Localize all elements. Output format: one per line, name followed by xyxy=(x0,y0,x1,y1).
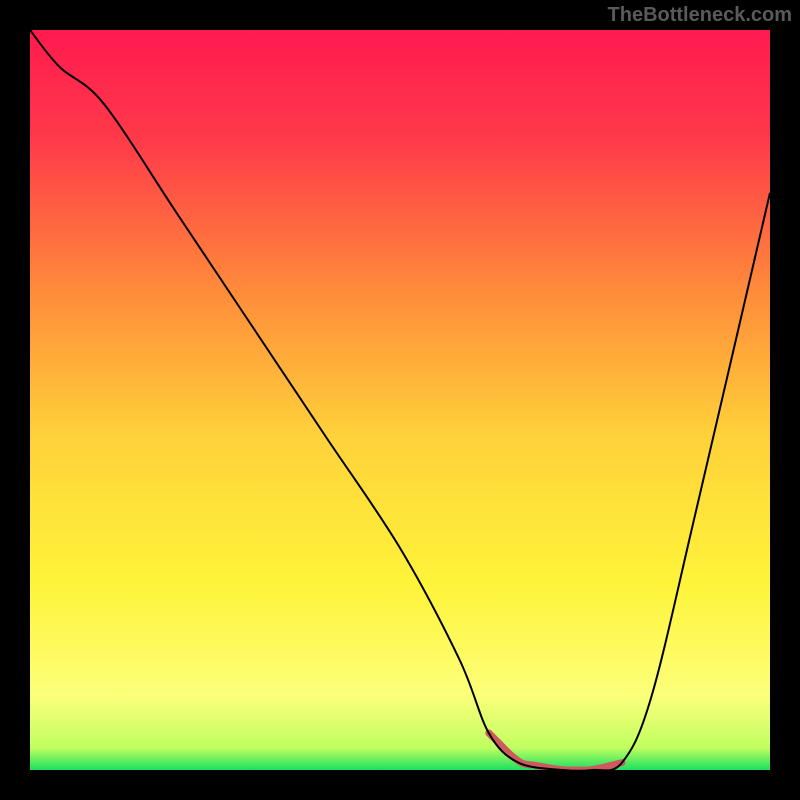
plot-area xyxy=(30,30,770,770)
bottleneck-curve xyxy=(30,30,770,770)
curve-layer xyxy=(30,30,770,770)
watermark-text: TheBottleneck.com xyxy=(608,4,792,27)
chart-container: TheBottleneck.com xyxy=(0,0,800,800)
optimal-range-highlight xyxy=(489,733,622,770)
